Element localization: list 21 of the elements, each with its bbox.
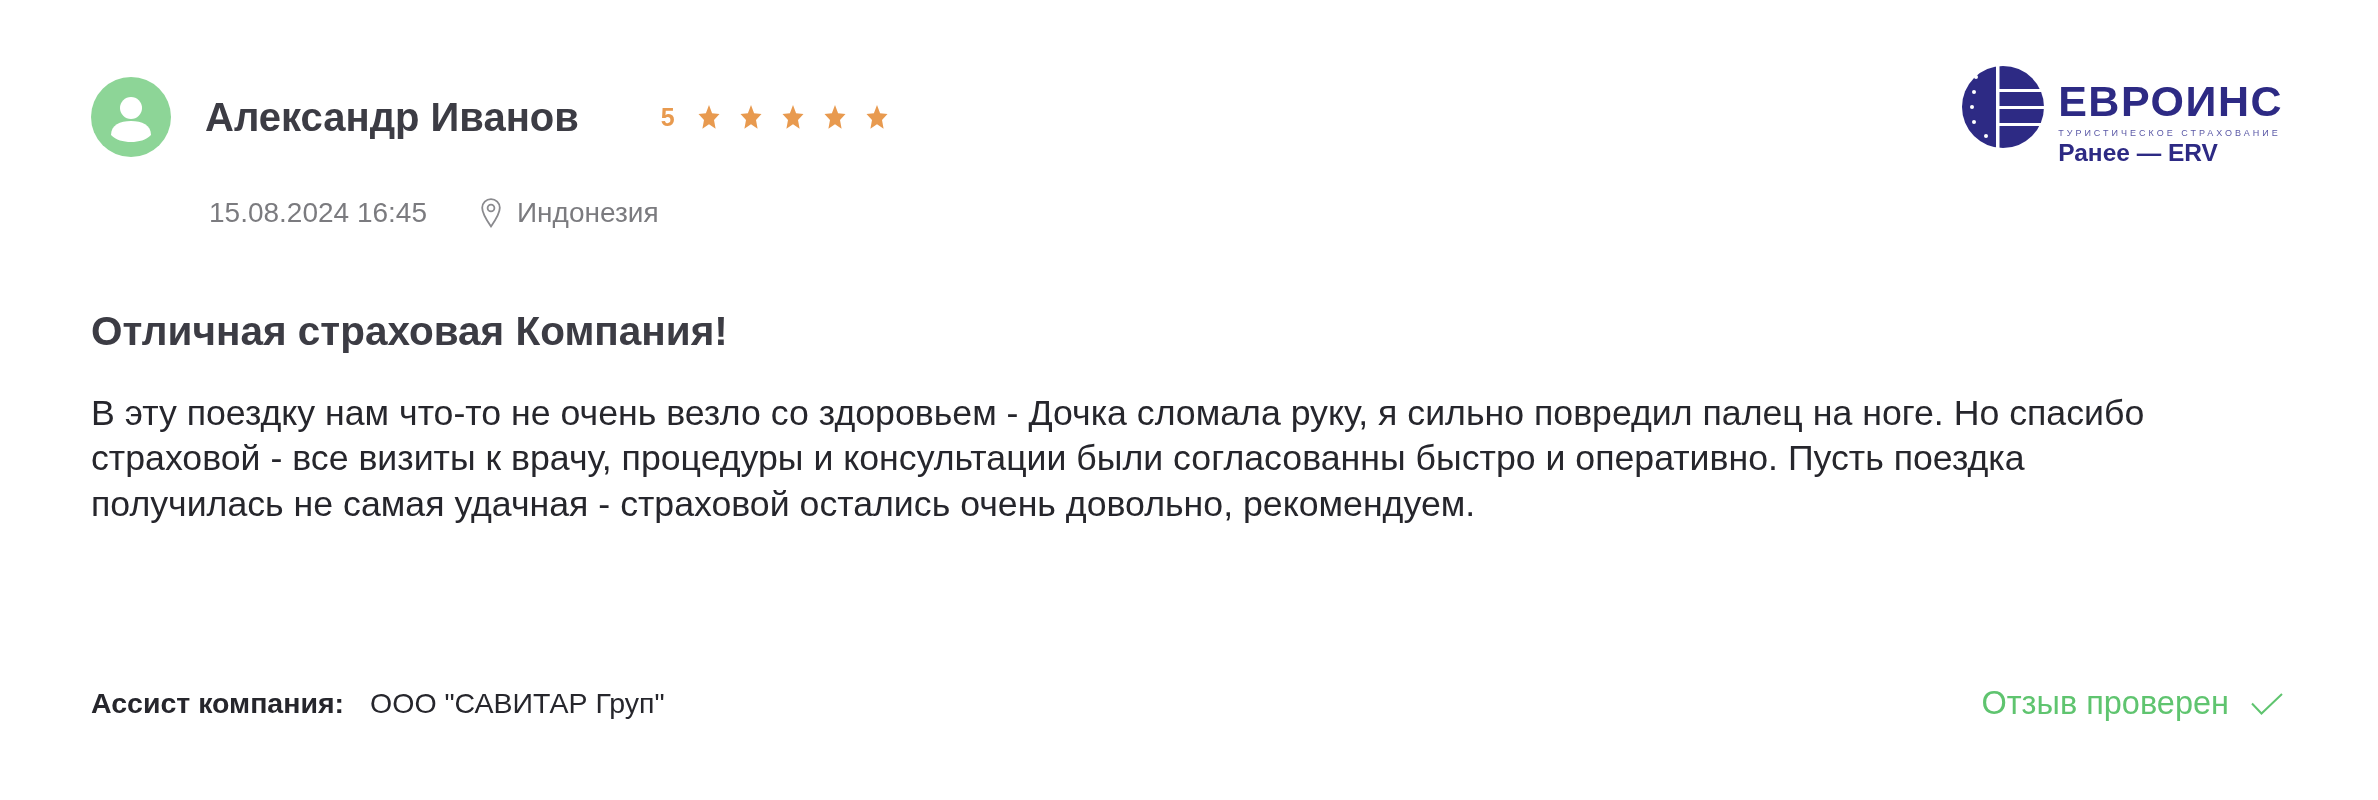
assist-company: ООО "САВИТАР Груп" [370,687,665,720]
verified-label: Отзыв проверен [1981,685,2229,722]
logo-tagline: ТУРИСТИЧЕСКОЕ СТРАХОВАНИЕ [2058,129,2282,138]
avatar-icon [91,77,171,157]
rating-score: 5 [660,102,675,132]
author-name: Александр Иванов [205,94,579,140]
star-icon [738,105,763,129]
star-icon [864,105,889,129]
logo-wordmark: ЕВРОИНС [2058,80,2283,123]
review-date: 15.08.2024 16:45 [209,197,427,230]
review-text: В эту поездку нам что-то не очень везло со здоровьем - Дочка сломала руку, я сильно повредил палец на ноге. Но спасибо страховой - все визиты к врачу, процедуры и консультации были согласованны быстро и оперативно. Пусть поездка получилась не самая удачная - страховой остались очень довольно, рекомендуем. [91,391,2146,526]
logo-note: Ранее — ERV [2058,141,2219,166]
assist-label: Ассист компания: [91,687,345,720]
star-icon [696,105,721,129]
star-icon [780,105,805,129]
location-pin-icon [481,198,501,229]
star-icon [822,105,847,129]
check-icon [2251,692,2283,715]
globe-logo-icon [1962,66,2045,148]
review-location: Индонезия [517,197,659,230]
review-title: Отличная страховая Компания! [91,308,729,355]
